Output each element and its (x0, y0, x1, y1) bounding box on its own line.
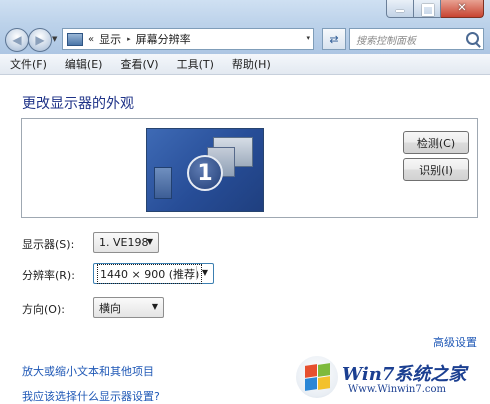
chevron-down-icon: ▼ (201, 268, 208, 277)
display-help-link[interactable]: 我应该选择什么显示器设置? (22, 388, 160, 404)
combo-separator (196, 266, 197, 280)
menu-view[interactable]: 查看(V) (110, 56, 166, 72)
windows-logo-icon (296, 356, 338, 398)
text-size-link[interactable]: 放大或缩小文本和其他项目 (22, 363, 154, 379)
address-dropdown-icon[interactable]: ▾ (306, 34, 310, 42)
orientation-label: 方向(O): (22, 303, 65, 316)
menu-bar: 文件(F) 编辑(E) 查看(V) 工具(T) 帮助(H) (0, 54, 490, 75)
recent-pages-dropdown-icon[interactable]: ▼ (52, 35, 57, 43)
display-select-value: 1. VE198 (99, 236, 149, 249)
refresh-icon: ⇄ (329, 32, 339, 46)
display-select[interactable]: 1. VE198 ▼ (93, 232, 159, 253)
orientation-select-value: 横向 (99, 301, 121, 315)
monitor-number: 1 (197, 160, 213, 186)
menu-file[interactable]: 文件(F) (0, 56, 55, 72)
forward-arrow-icon: ▶ (35, 33, 45, 47)
breadcrumb-separator-icon[interactable]: ▸ (127, 35, 131, 43)
window-chrome: ✕ ◀ ▶ ▼ « 显示 ▸ 屏幕分辨率 ▾ ⇄ 搜索控制面板 (0, 0, 490, 54)
monitor-1-preview[interactable]: 1 (146, 128, 264, 212)
menu-edit[interactable]: 编辑(E) (55, 56, 111, 72)
search-box[interactable]: 搜索控制面板 (349, 28, 484, 50)
page-title: 更改显示器的外观 (22, 96, 134, 112)
resolution-select-value: 1440 × 900 (推荐) (97, 263, 203, 284)
breadcrumb-screen-resolution[interactable]: 屏幕分辨率 (136, 31, 191, 47)
close-button[interactable]: ✕ (441, 0, 484, 18)
menu-help[interactable]: 帮助(H) (222, 56, 279, 72)
orientation-select[interactable]: 横向 ▼ (93, 297, 164, 318)
close-icon: ✕ (457, 1, 467, 14)
address-overflow-chevron[interactable]: « (88, 34, 94, 45)
chevron-down-icon: ▼ (151, 302, 158, 311)
breadcrumb-display[interactable]: 显示 (99, 31, 121, 47)
back-arrow-icon: ◀ (12, 33, 22, 47)
search-input[interactable]: 搜索控制面板 (356, 32, 416, 47)
minimize-icon (396, 10, 404, 12)
watermark-brand: Win7系统之家 (342, 364, 467, 385)
resolution-label: 分辨率(R): (22, 269, 75, 282)
caption-buttons: ✕ (386, 0, 484, 18)
watermark-url: Www.Winwin7.com (348, 384, 446, 395)
forward-button[interactable]: ▶ (28, 28, 52, 52)
refresh-button[interactable]: ⇄ (322, 28, 346, 50)
display-label: 显示器(S): (22, 238, 75, 251)
monitor-desktop-gadget (154, 167, 172, 199)
menu-tools[interactable]: 工具(T) (167, 56, 222, 72)
detect-button[interactable]: 检测(C) (403, 131, 469, 154)
watermark: Win7系统之家 Www.Winwin7.com (290, 354, 490, 404)
resolution-select[interactable]: 1440 × 900 (推荐) ▼ (93, 263, 214, 284)
maximize-button[interactable] (414, 0, 441, 18)
chevron-down-icon: ▼ (146, 237, 153, 246)
control-panel-icon (67, 32, 83, 46)
identify-button[interactable]: 识别(I) (403, 158, 469, 181)
back-button[interactable]: ◀ (5, 28, 29, 52)
maximize-icon (422, 4, 434, 16)
search-icon[interactable] (466, 32, 479, 45)
minimize-button[interactable] (386, 0, 414, 18)
address-bar[interactable]: « 显示 ▸ 屏幕分辨率 ▾ (62, 28, 314, 50)
advanced-settings-link[interactable]: 高级设置 (433, 334, 477, 350)
monitor-number-badge: 1 (187, 155, 223, 191)
